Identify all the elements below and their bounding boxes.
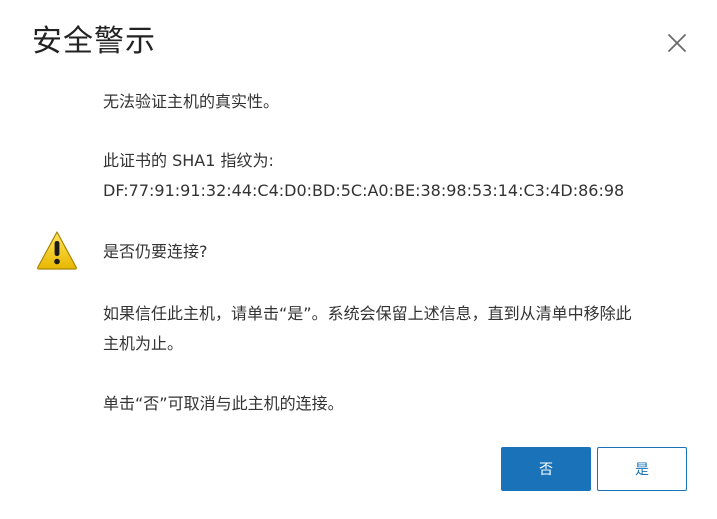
trust-instruction: 如果信任此主机，请单击“是”。系统会保留上述信息，直到从清单中移除此 主机为止。 (103, 299, 688, 359)
fingerprint-value: DF:77:91:91:32:44:C4:D0:BD:5C:A0:BE:38:9… (103, 181, 625, 200)
warning-icon (37, 231, 77, 270)
continue-question: 是否仍要连接? (103, 242, 208, 261)
dialog-title: 安全警示 (32, 24, 156, 59)
close-button[interactable] (664, 30, 690, 56)
unverified-message: 无法验证主机的真实性。 (103, 92, 280, 111)
close-icon (668, 34, 686, 52)
no-hint: 单击“否”可取消与此主机的连接。 (103, 394, 344, 413)
security-alert-dialog: 安全警示 无法验证主机的真实性。 此证书的 SHA1 指纹为: DF:77:91… (0, 0, 717, 519)
no-button[interactable]: 否 (501, 447, 591, 491)
fingerprint-label: 此证书的 SHA1 指纹为: (103, 151, 274, 170)
trust-instruction-line2: 主机为止。 (103, 334, 184, 353)
yes-button[interactable]: 是 (597, 447, 687, 491)
trust-instruction-line1: 如果信任此主机，请单击“是”。系统会保留上述信息，直到从清单中移除此 (103, 304, 632, 323)
